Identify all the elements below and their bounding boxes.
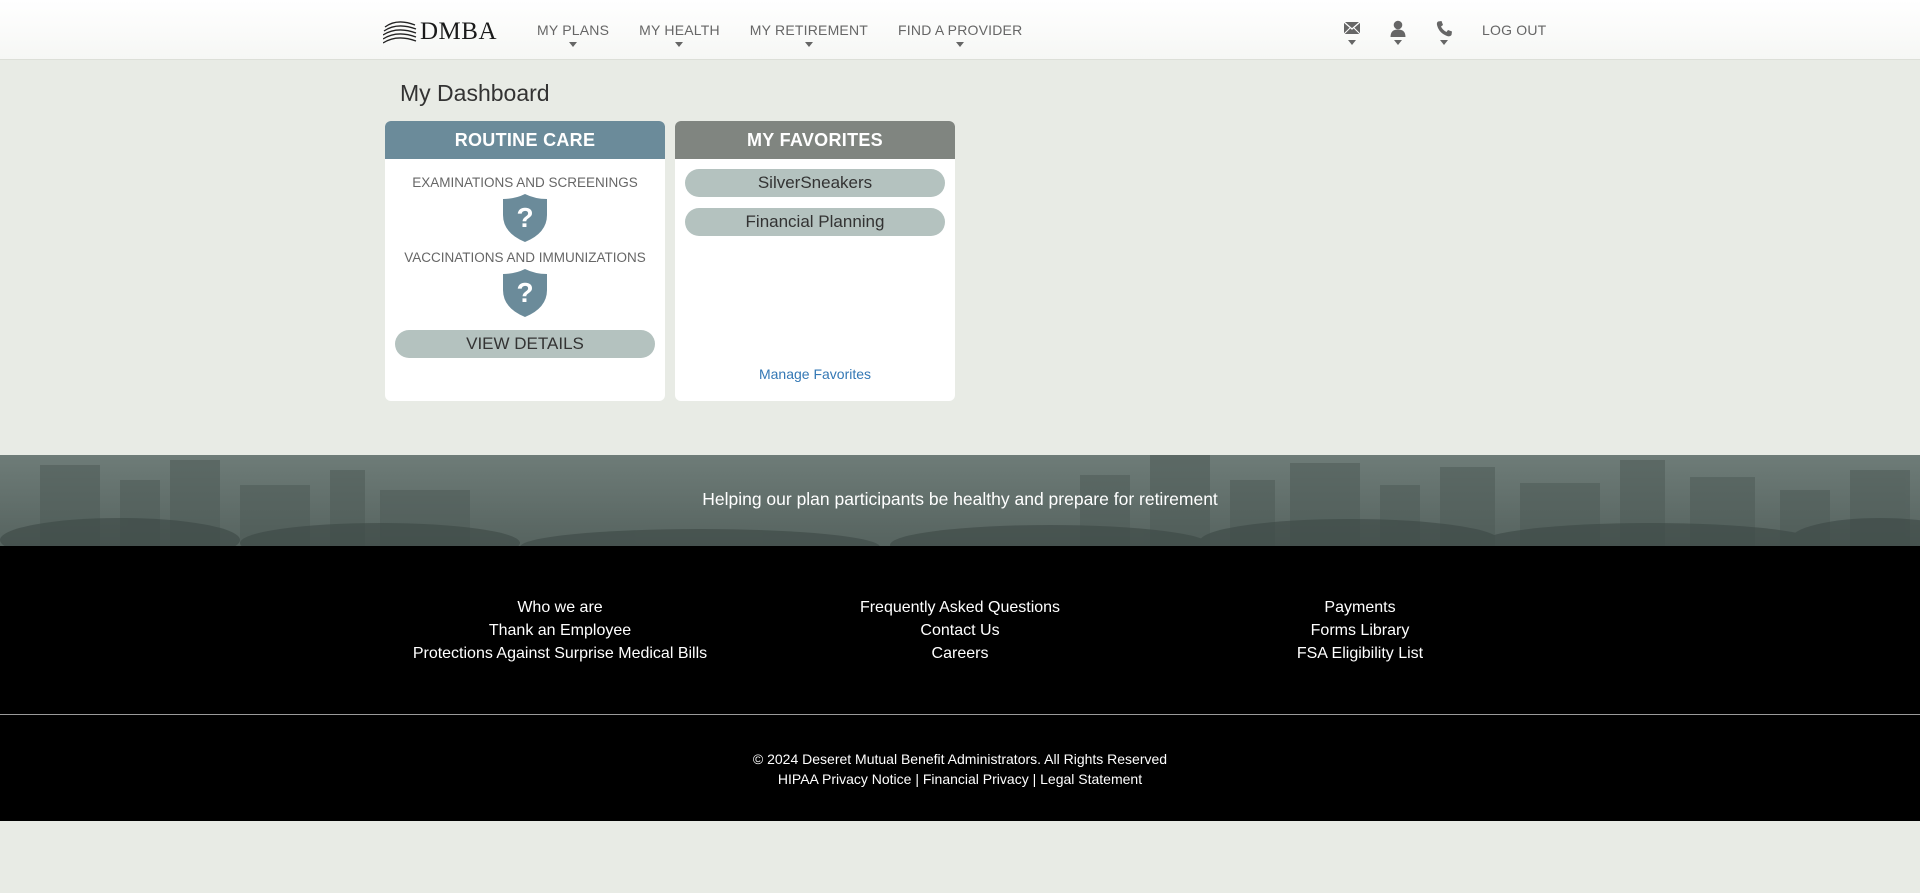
favorites-card: MY FAVORITES SilverSneakers Financial Pl… xyxy=(675,121,955,401)
chevron-down-icon xyxy=(804,42,813,47)
manage-favorites-link[interactable]: Manage Favorites xyxy=(675,366,955,382)
question-shield-icon[interactable]: ? xyxy=(501,268,549,318)
chevron-down-icon xyxy=(956,42,965,47)
hipaa-privacy-link[interactable]: HIPAA Privacy Notice xyxy=(778,771,912,787)
favorite-financial-planning-link[interactable]: Financial Planning xyxy=(685,208,945,236)
legal-statement-link[interactable]: Legal Statement xyxy=(1040,771,1142,787)
dmba-logo[interactable]: DMBA xyxy=(383,17,497,47)
legal-separator: | xyxy=(1028,771,1041,787)
site-footer: Who we are Thank an Employee Protections… xyxy=(0,546,1920,821)
footer-column-resources: Payments Forms Library FSA Eligibility L… xyxy=(1160,596,1560,665)
footer-column-about: Who we are Thank an Employee Protections… xyxy=(360,596,760,665)
footer-link-surprise-bills[interactable]: Protections Against Surprise Medical Bil… xyxy=(360,642,760,665)
svg-text:?: ? xyxy=(516,202,533,233)
logo-wave-icon xyxy=(383,21,417,44)
mail-menu-button[interactable] xyxy=(1337,0,1367,60)
tagline-banner: Helping our plan participants be healthy… xyxy=(0,455,1920,546)
nav-label: FIND A PROVIDER xyxy=(898,22,1023,38)
nav-label: MY RETIREMENT xyxy=(749,22,869,38)
nav-label: MY PLANS xyxy=(537,22,610,38)
legal-separator: | xyxy=(911,771,923,787)
nav-label: MY HEALTH xyxy=(639,22,720,38)
contact-menu-button[interactable] xyxy=(1429,0,1459,60)
view-details-button[interactable]: VIEW DETAILS xyxy=(395,330,655,358)
footer-link-fsa-eligibility[interactable]: FSA Eligibility List xyxy=(1160,642,1560,665)
favorite-silversneakers-link[interactable]: SilverSneakers xyxy=(685,169,945,197)
favorites-heading: MY FAVORITES xyxy=(675,121,955,159)
nav-find-a-provider[interactable]: FIND A PROVIDER xyxy=(898,0,1023,47)
banner-tagline: Helping our plan participants be healthy… xyxy=(702,489,1218,509)
chevron-down-icon xyxy=(675,42,684,47)
chevron-down-icon xyxy=(569,42,578,47)
mail-icon xyxy=(1343,21,1361,35)
chevron-down-icon xyxy=(1394,40,1402,45)
footer-link-faq[interactable]: Frequently Asked Questions xyxy=(760,596,1160,619)
routine-care-card: ROUTINE CARE EXAMINATIONS AND SCREENINGS… xyxy=(385,121,665,401)
routine-care-heading: ROUTINE CARE xyxy=(385,121,665,159)
nav-my-plans[interactable]: MY PLANS xyxy=(537,0,610,47)
page-title: My Dashboard xyxy=(400,80,550,106)
footer-link-contact-us[interactable]: Contact Us xyxy=(760,619,1160,642)
footer-column-help: Frequently Asked Questions Contact Us Ca… xyxy=(760,596,1160,665)
question-shield-icon[interactable]: ? xyxy=(501,193,549,243)
nav-my-health[interactable]: MY HEALTH xyxy=(639,0,720,47)
user-icon xyxy=(1390,20,1406,37)
legal-links: HIPAA Privacy Notice | Financial Privacy… xyxy=(0,771,1920,787)
account-menu-button[interactable] xyxy=(1383,0,1413,60)
care-item-label: VACCINATIONS AND IMMUNIZATIONS xyxy=(404,250,646,265)
footer-link-thank-an-employee[interactable]: Thank an Employee xyxy=(360,619,760,642)
logout-link[interactable]: LOG OUT xyxy=(1482,22,1546,38)
footer-divider xyxy=(0,714,1920,715)
chevron-down-icon xyxy=(1348,40,1356,45)
nav-my-retirement[interactable]: MY RETIREMENT xyxy=(749,0,869,47)
svg-text:?: ? xyxy=(516,277,533,308)
footer-link-payments[interactable]: Payments xyxy=(1160,596,1560,619)
copyright-text: © 2024 Deseret Mutual Benefit Administra… xyxy=(752,751,1168,767)
footer-link-forms-library[interactable]: Forms Library xyxy=(1160,619,1560,642)
footer-link-who-we-are[interactable]: Who we are xyxy=(360,596,760,619)
phone-icon xyxy=(1436,21,1452,37)
financial-privacy-link[interactable]: Financial Privacy xyxy=(923,771,1029,787)
care-item-label: EXAMINATIONS AND SCREENINGS xyxy=(412,175,638,190)
footer-link-careers[interactable]: Careers xyxy=(760,642,1160,665)
logo-text: DMBA xyxy=(420,18,498,45)
site-header: DMBA MY PLANS MY HEALTH MY RETIREMENT FI… xyxy=(0,0,1920,60)
main-nav: MY PLANS MY HEALTH MY RETIREMENT FIND A … xyxy=(537,0,1052,60)
chevron-down-icon xyxy=(1440,40,1448,45)
